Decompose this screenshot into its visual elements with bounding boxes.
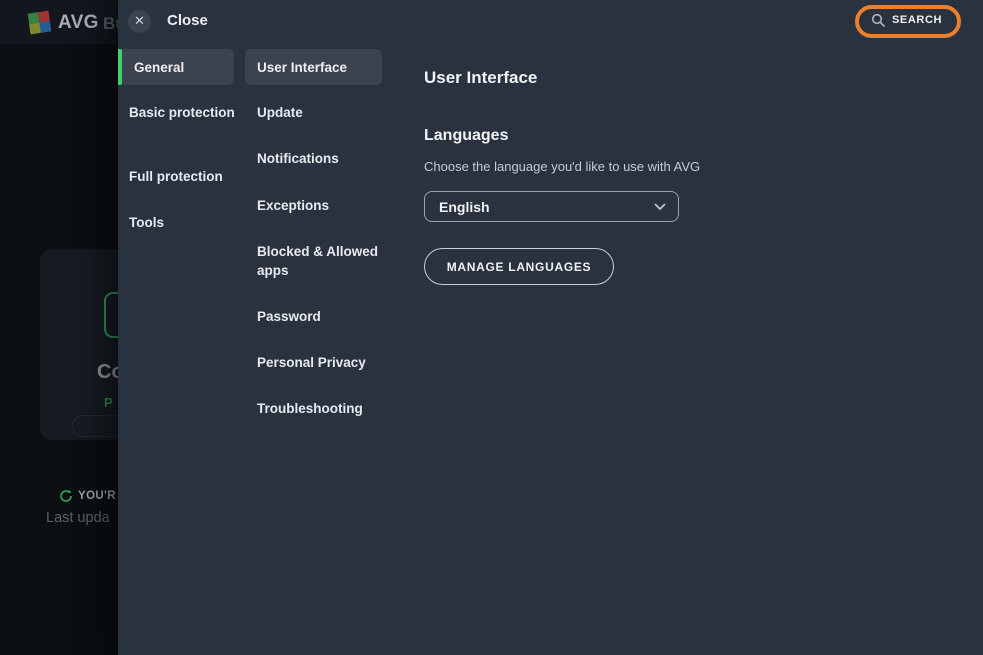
settings-panel: ✕ Close SEARCH General Basic protection … [118,0,983,655]
page-title: User Interface [424,68,537,88]
manage-languages-button[interactable]: MANAGE LANGUAGES [424,248,614,285]
nav-item-personal-privacy[interactable]: Personal Privacy [257,353,383,372]
refresh-icon [59,489,73,503]
nav-item-tools[interactable]: Tools [129,214,235,232]
close-button-label[interactable]: Close [167,12,208,29]
close-icon[interactable]: ✕ [128,10,151,33]
nav-item-blocked-allowed-apps[interactable]: Blocked & Allowed apps [257,242,383,280]
avg-brand-text: AVG [58,12,99,34]
nav-item-troubleshooting[interactable]: Troubleshooting [257,399,383,418]
card-status-fragment: P [104,395,113,410]
nav-item-label: User Interface [257,60,347,75]
language-select[interactable]: English [424,191,679,222]
last-updated-fragment: Last upda [46,510,110,526]
nav-item-notifications[interactable]: Notifications [257,149,383,168]
nav-item-basic-protection[interactable]: Basic protection [129,104,235,122]
languages-section-title: Languages [424,127,508,145]
nav-item-update[interactable]: Update [257,103,383,122]
avg-logo-icon [26,9,53,36]
language-select-value: English [425,199,654,215]
avg-app-screen: AVG Bus Co P YOU'R Last upda ✕ Close SEA… [0,0,983,655]
chevron-down-icon [654,203,666,211]
nav-item-user-interface[interactable]: User Interface [245,49,382,85]
language-description: Choose the language you'd like to use wi… [424,159,700,174]
nav-item-exceptions[interactable]: Exceptions [257,196,383,215]
status-line-fragment: YOU'R [78,490,116,502]
nav-item-password[interactable]: Password [257,307,383,326]
annotation-highlight-ring [855,5,961,38]
nav-item-label: General [134,60,184,75]
nav-item-general[interactable]: General [122,49,234,85]
nav-item-full-protection[interactable]: Full protection [129,168,235,186]
